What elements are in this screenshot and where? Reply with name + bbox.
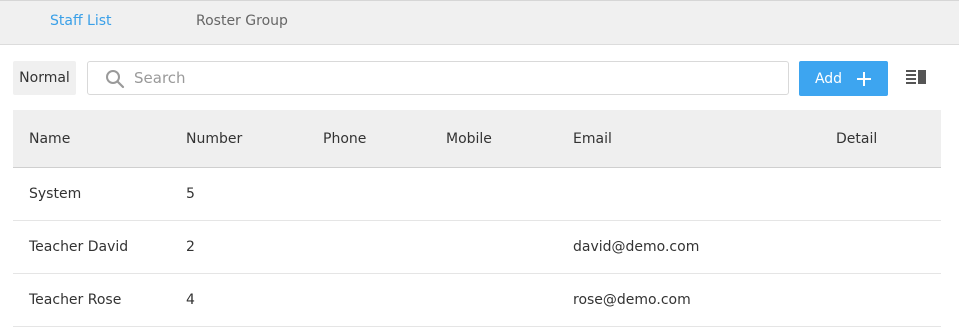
column-header-email: Email <box>573 131 612 147</box>
table-row[interactable]: System 5 <box>13 168 941 221</box>
cell-name: Teacher David <box>29 239 129 255</box>
cell-email: david@demo.com <box>573 239 700 255</box>
table-header: Name Number Phone Mobile Email Detail <box>13 110 941 168</box>
search-input[interactable] <box>134 62 774 94</box>
column-header-detail: Detail <box>836 131 878 147</box>
cell-number: 5 <box>186 186 195 202</box>
cell-number: 4 <box>186 292 195 308</box>
cell-name: System <box>29 186 82 202</box>
plus-icon <box>857 71 872 86</box>
column-header-phone: Phone <box>323 131 367 147</box>
column-header-number: Number <box>186 131 243 147</box>
cell-number: 2 <box>186 239 195 255</box>
column-header-mobile: Mobile <box>446 131 492 147</box>
column-header-name: Name <box>29 131 71 147</box>
tab-roster-group[interactable]: Roster Group <box>196 13 288 29</box>
search-icon <box>106 70 125 89</box>
tab-bar: Staff List Roster Group <box>0 0 959 45</box>
cell-name: Teacher Rose <box>29 292 122 308</box>
staff-table: Name Number Phone Mobile Email Detail Sy… <box>13 110 941 327</box>
columns-icon[interactable] <box>906 69 927 86</box>
table-row[interactable]: Teacher Rose 4 rose@demo.com <box>13 274 941 327</box>
cell-email: rose@demo.com <box>573 292 691 308</box>
search-box <box>87 61 789 95</box>
mode-select-button[interactable]: Normal <box>13 61 76 95</box>
table-row[interactable]: Teacher David 2 david@demo.com <box>13 221 941 274</box>
tab-staff-list[interactable]: Staff List <box>50 13 112 29</box>
add-button-label: Add <box>814 70 843 87</box>
add-button[interactable]: Add <box>799 61 888 96</box>
